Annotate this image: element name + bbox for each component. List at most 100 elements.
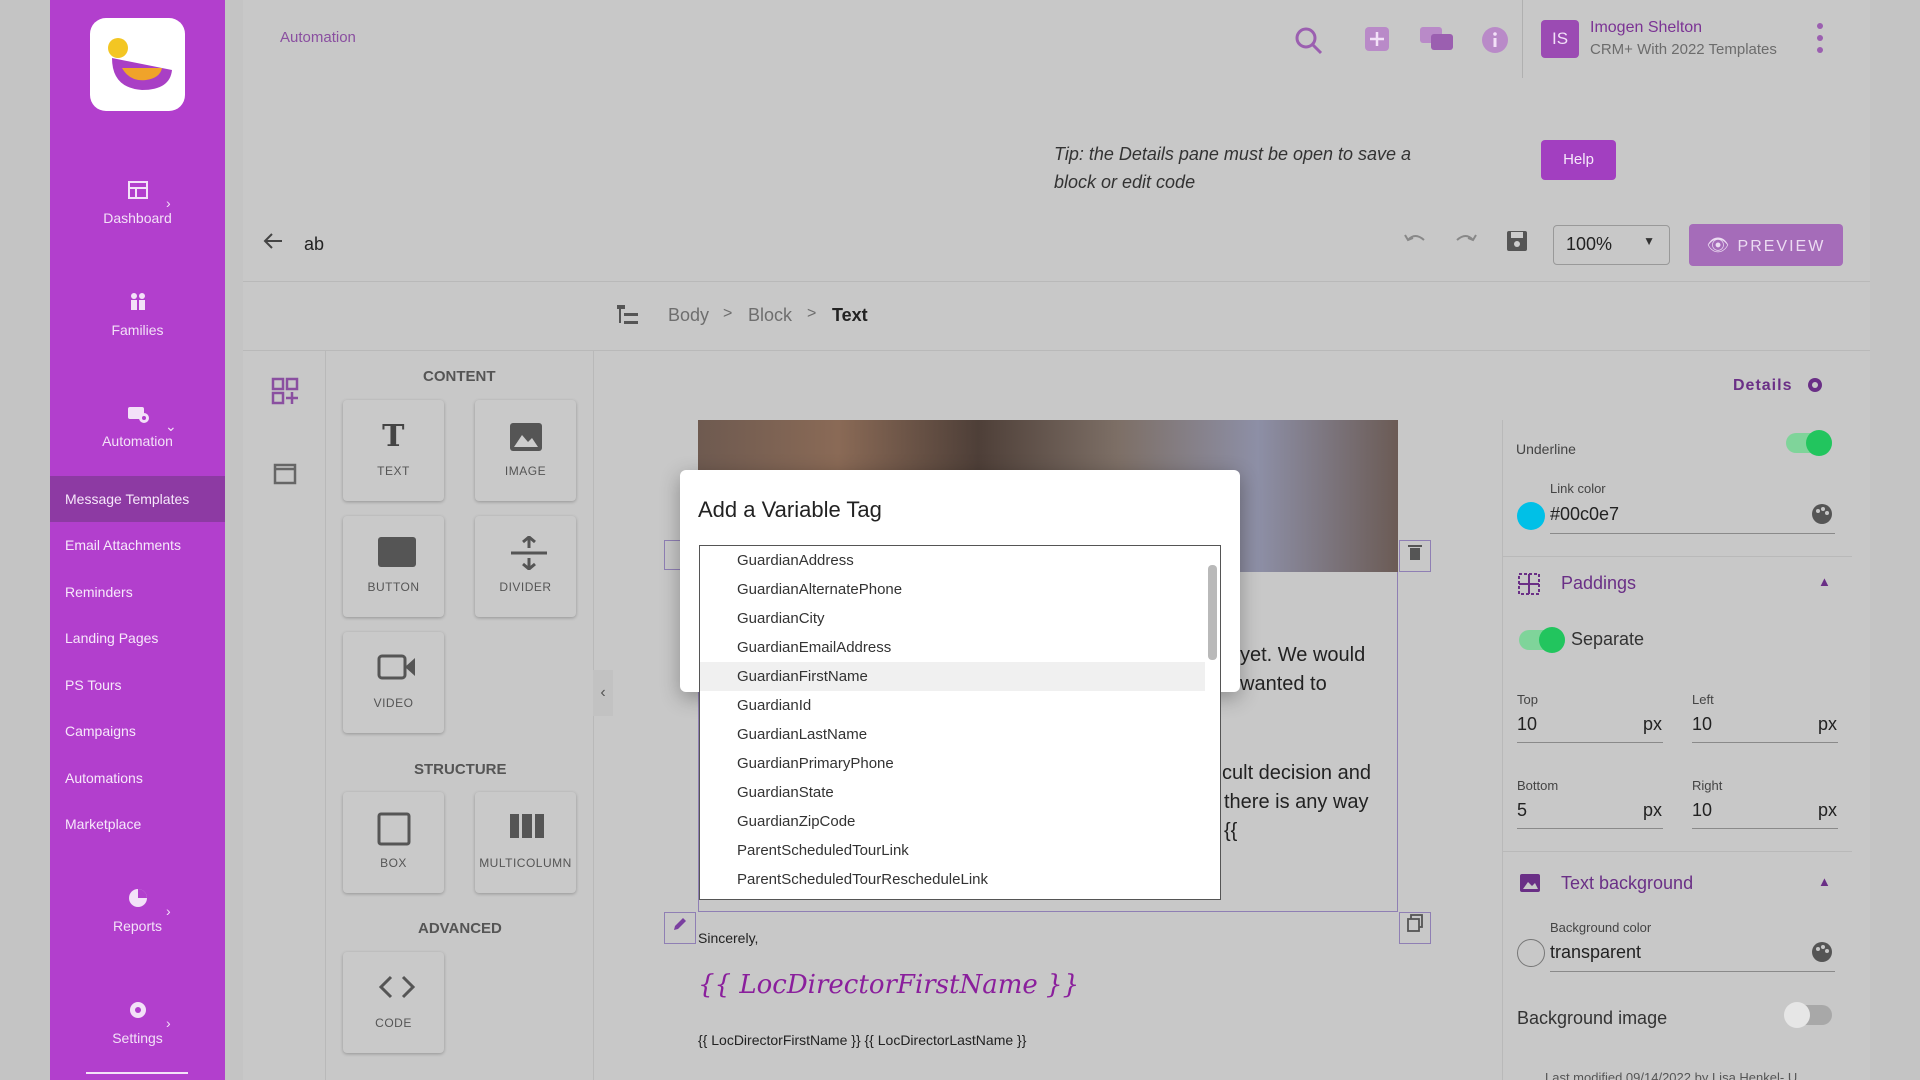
left-padding-input[interactable]: 10 [1692,714,1712,735]
palette-icon[interactable] [1811,503,1833,530]
search-icon[interactable] [1294,26,1324,63]
list-item[interactable]: ParentScheduledTourRescheduleLink [737,865,1207,894]
separate-toggle[interactable] [1519,627,1565,653]
separate-label: Separate [1571,629,1645,649]
list-item-highlighted[interactable]: GuardianFirstName [700,662,1205,691]
underline-label: Underline [1516,441,1576,457]
add-icon[interactable] [1364,26,1390,59]
logo-icon [108,38,172,90]
link-color-swatch[interactable] [1517,502,1545,530]
nav-families[interactable]: Families [50,290,225,338]
gear-icon[interactable] [1806,376,1824,399]
list-item[interactable]: GuardianLastName [737,720,1207,749]
image-block-label: IMAGE [504,464,547,478]
more-icon[interactable] [1816,22,1824,59]
code-block-tile[interactable]: CODE [343,952,444,1053]
list-scrollbar[interactable] [1208,565,1217,660]
canvas-text-line-4: there is any way [1224,791,1369,813]
paddings-label[interactable]: Paddings [1561,573,1636,594]
nav-dashboard[interactable]: Dashboard [50,178,225,226]
details-label[interactable]: Details [1733,377,1792,395]
list-item[interactable]: ParentScheduledTourLink [737,836,1207,865]
breadcrumb-body[interactable]: Body [668,305,709,326]
sub-item-reminders[interactable]: Reminders [50,569,225,615]
structure-tree-icon[interactable] [616,304,640,331]
list-item[interactable]: GuardianId [737,691,1207,720]
top-padding-label: Top [1517,692,1538,707]
box-icon [377,812,411,846]
layout-icon[interactable] [273,462,297,491]
list-item[interactable]: GuardianEmailAddress [737,633,1207,662]
text-background-label[interactable]: Text background [1561,873,1693,894]
image-block-tile[interactable]: IMAGE [475,400,576,501]
breadcrumb-divider [243,350,1870,351]
blocks-grid-icon[interactable] [271,377,299,410]
background-color-swatch[interactable] [1517,939,1545,967]
breadcrumb-text[interactable]: Text [832,305,868,326]
button-icon [377,536,416,570]
underline-toggle[interactable] [1786,430,1832,456]
list-item[interactable]: GuardianPrimaryPhone [737,749,1207,778]
top-padding-unit: px [1643,714,1663,734]
collapse-text-background-icon[interactable]: ▲ [1818,874,1831,889]
sub-item-email-attachments[interactable]: Email Attachments [50,522,225,568]
undo-icon[interactable] [1402,230,1428,256]
divider-block-tile[interactable]: DIVIDER [475,516,576,617]
sub-item-message-templates[interactable]: Message Templates [50,476,225,522]
list-item[interactable]: GuardianAddress [737,546,1207,575]
topbar-divider [1522,0,1523,78]
list-item[interactable]: GuardianCity [737,604,1207,633]
text-block-tile[interactable]: T TEXT [343,400,444,501]
back-arrow-icon[interactable] [262,230,284,258]
sub-item-landing-pages[interactable]: Landing Pages [50,615,225,661]
code-icon [377,972,415,1006]
right-padding-input[interactable]: 10 [1692,800,1712,821]
sub-item-automations[interactable]: Automations [50,755,225,801]
preview-button[interactable]: 👁 PREVIEW [1689,224,1843,266]
list-item[interactable]: GuardianAlternatePhone [737,575,1207,604]
nav-settings[interactable]: Settings [50,998,225,1046]
info-icon[interactable] [1481,26,1509,61]
collapse-paddings-icon[interactable]: ▲ [1818,574,1831,589]
sub-item-campaigns[interactable]: Campaigns [50,708,225,754]
settings-chevron-icon: › [166,1015,171,1031]
button-block-tile[interactable]: BUTTON [343,516,444,617]
background-color-value[interactable]: transparent [1550,942,1641,963]
user-name[interactable]: Imogen Shelton [1590,19,1702,37]
background-image-toggle[interactable] [1784,1002,1832,1028]
list-item[interactable]: GuardianState [737,778,1207,807]
save-icon[interactable] [1506,230,1528,258]
zoom-select[interactable]: 100% ▼ [1553,225,1670,265]
multicolumn-block-tile[interactable]: MULTICOLUMN [475,792,576,893]
bottom-padding-input[interactable]: 5 [1517,800,1527,821]
list-item[interactable]: GuardianZipCode [737,807,1207,836]
collapse-panel-chevron-icon[interactable]: ‹ [593,670,613,716]
breadcrumb-block[interactable]: Block [748,305,792,326]
app-logo[interactable] [90,18,185,111]
tool-strip-divider [325,350,326,1080]
user-org: CRM+ With 2022 Templates [1590,41,1777,58]
delete-block-icon[interactable] [1399,540,1431,572]
palette-icon[interactable] [1811,941,1833,968]
sub-item-marketplace[interactable]: Marketplace [50,801,225,847]
nav-reports[interactable]: Reports [50,886,225,934]
paddings-icon [1518,573,1540,600]
variable-tag-list[interactable]: GuardianAddress GuardianAlternatePhone G… [699,545,1221,900]
video-block-tile[interactable]: VIDEO [343,632,444,733]
sub-item-ps-tours[interactable]: PS Tours [50,662,225,708]
top-padding-input[interactable]: 10 [1517,714,1537,735]
divider-icon [509,535,547,571]
avatar[interactable]: IS [1541,20,1579,58]
edit-pencil-icon[interactable] [664,912,696,944]
help-button[interactable]: Help [1541,140,1616,180]
multicolumn-block-label: MULTICOLUMN [479,856,572,870]
families-icon [126,290,150,314]
chat-icon[interactable] [1419,26,1455,61]
redo-icon[interactable] [1453,230,1479,256]
bottom-padding-underline [1517,828,1663,829]
topbar-breadcrumb[interactable]: Automation [280,29,356,46]
box-block-tile[interactable]: BOX [343,792,444,893]
link-color-value[interactable]: #00c0e7 [1550,504,1619,525]
nav-automation[interactable]: Automation [50,401,225,449]
duplicate-block-icon[interactable] [1399,912,1431,944]
